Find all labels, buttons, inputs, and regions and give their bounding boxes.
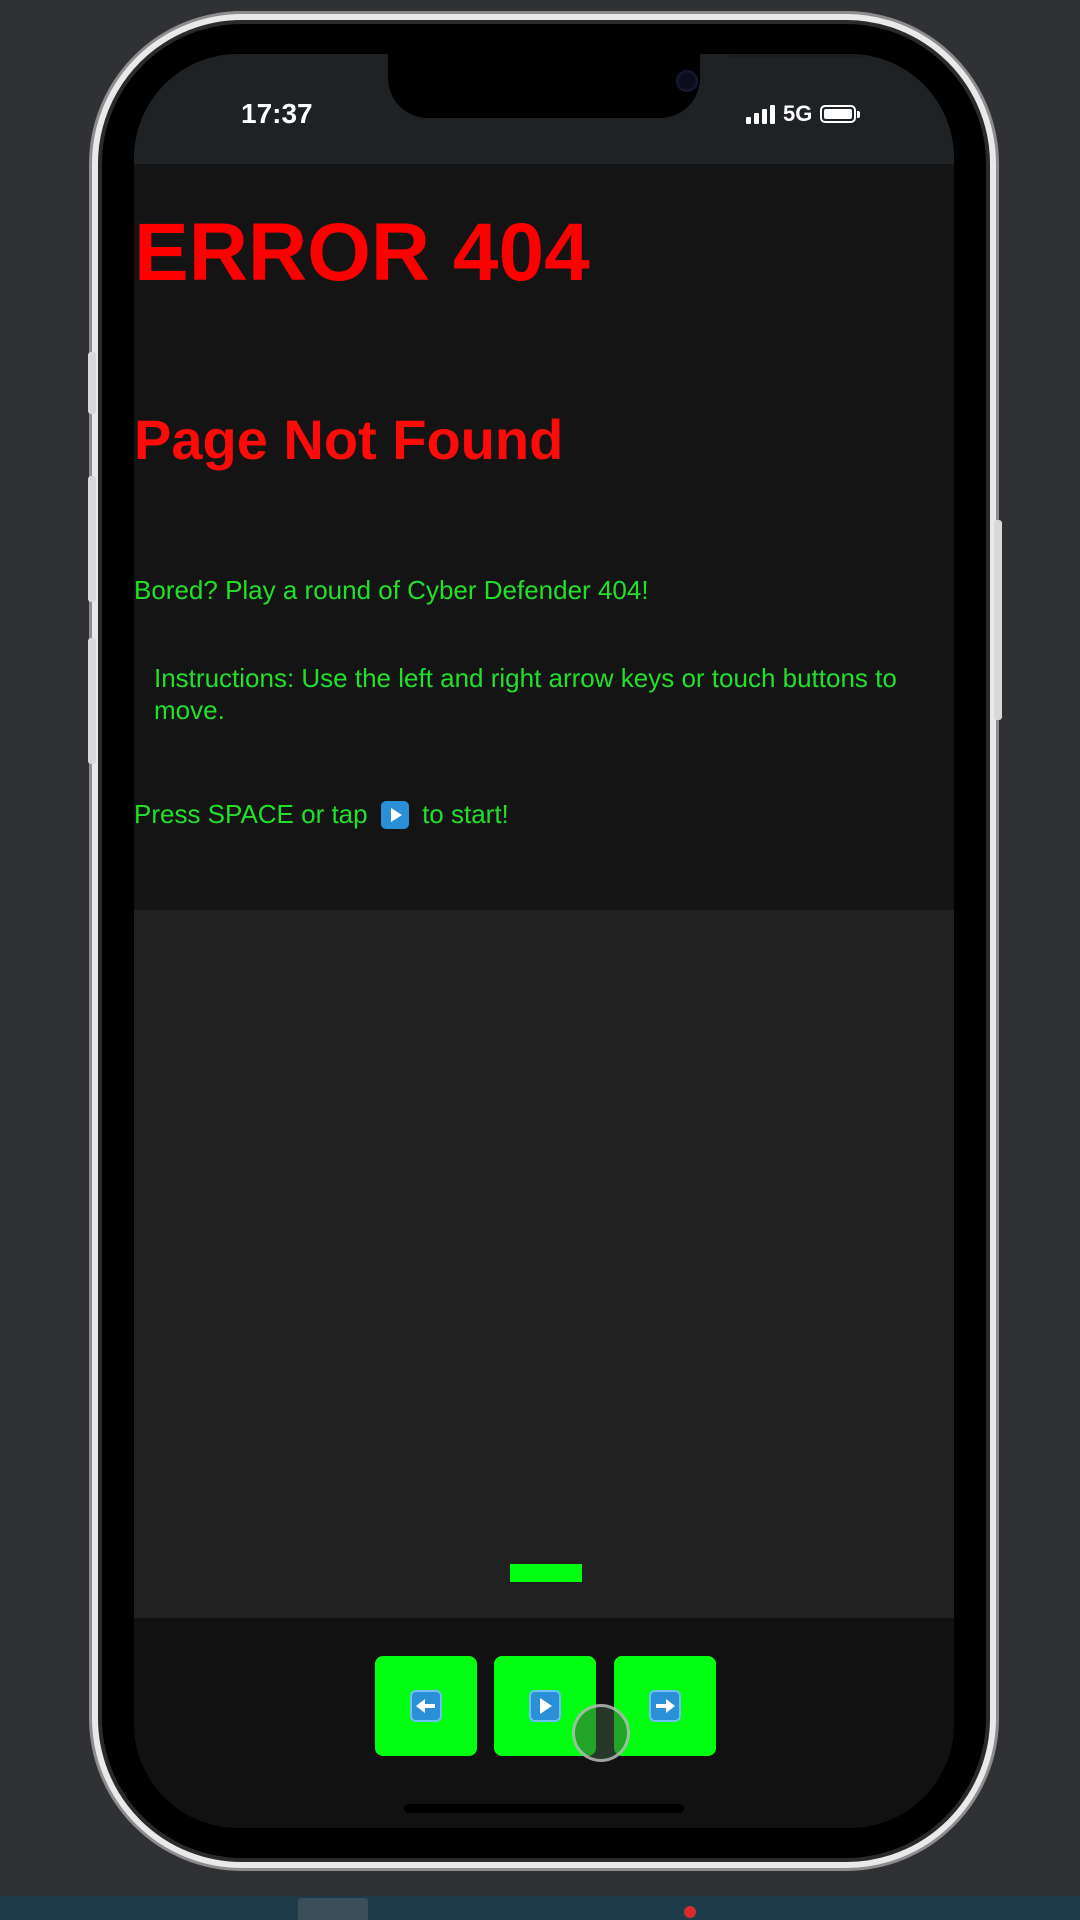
start-hint: Press SPACE or tap to start! xyxy=(134,798,954,830)
move-left-button[interactable] xyxy=(375,1656,477,1756)
phone-volume-up-button xyxy=(88,476,96,602)
game-canvas[interactable] xyxy=(134,910,954,1618)
game-instructions-text: Instructions: Use the left and right arr… xyxy=(154,663,897,725)
network-type-label: 5G xyxy=(783,101,813,126)
phone-volume-down-button xyxy=(88,638,96,764)
start-hint-suffix: to start! xyxy=(422,799,509,829)
error-title: ERROR 404 xyxy=(134,207,590,298)
move-right-button[interactable] xyxy=(614,1656,716,1756)
phone-mute-switch xyxy=(88,352,96,414)
player-paddle xyxy=(510,1564,582,1582)
error-subtitle: Page Not Found xyxy=(134,408,564,471)
phone-notch xyxy=(388,54,868,118)
phone-screen: 17:37 5G ERROR 404 Page Not Found Bored?… xyxy=(134,54,954,1828)
touch-controls xyxy=(134,1618,954,1828)
taskbar-app-icon[interactable] xyxy=(298,1898,368,1920)
play-button-icon xyxy=(529,1690,561,1722)
signal-bars-icon xyxy=(746,104,775,124)
touch-indicator xyxy=(572,1704,630,1762)
right-arrow-icon xyxy=(649,1690,681,1722)
earpiece-speaker xyxy=(728,54,868,58)
taskbar xyxy=(0,1896,1080,1920)
left-arrow-icon xyxy=(410,1690,442,1722)
status-indicators: 5G xyxy=(746,100,861,128)
home-indicator[interactable] xyxy=(404,1804,684,1813)
phone-power-button xyxy=(994,520,1002,720)
front-camera-icon xyxy=(676,70,698,92)
status-time: 17:37 xyxy=(241,98,313,129)
start-hint-prefix: Press SPACE or tap xyxy=(134,799,368,829)
battery-icon xyxy=(820,105,861,123)
game-promo-text: Bored? Play a round of Cyber Defender 40… xyxy=(134,575,649,605)
taskbar-notification-icon[interactable] xyxy=(684,1906,696,1918)
play-button-icon xyxy=(380,801,409,829)
